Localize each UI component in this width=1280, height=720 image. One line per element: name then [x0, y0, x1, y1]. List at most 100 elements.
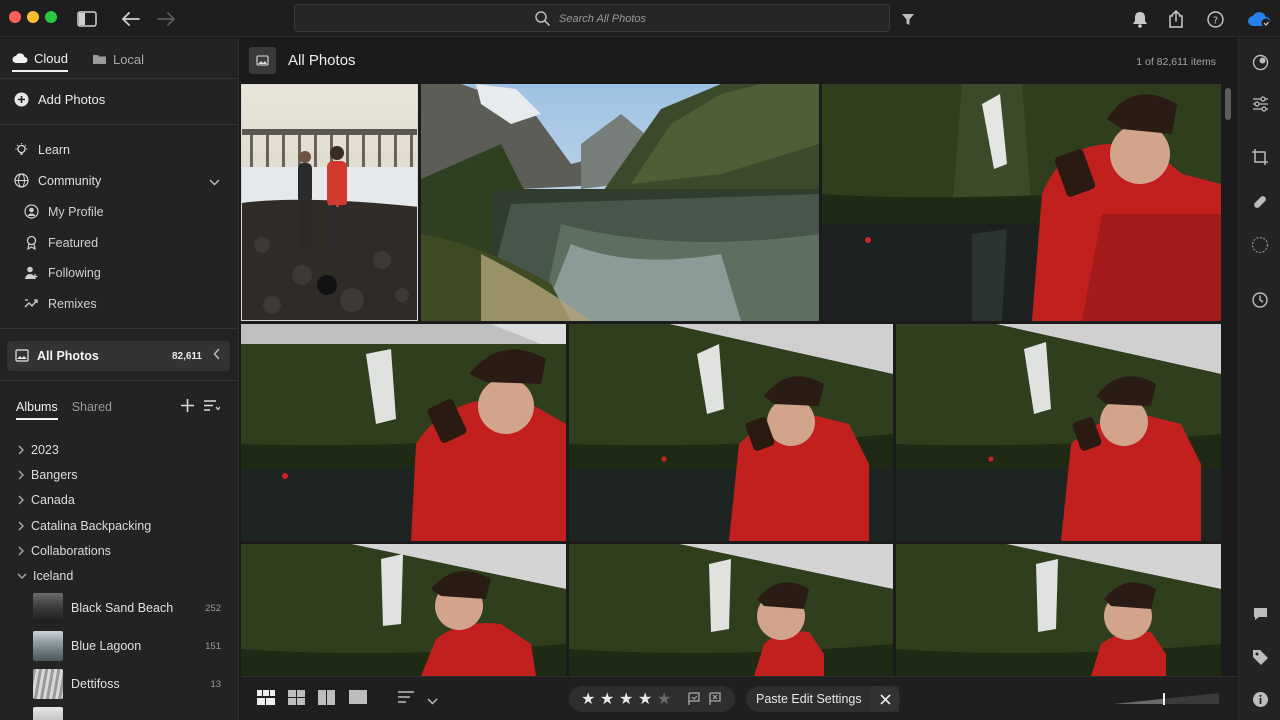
album-folder-label: Canada [31, 493, 75, 507]
nav-featured-label: Featured [48, 235, 99, 250]
album-count: 252 [205, 603, 221, 614]
close-window-button[interactable] [9, 11, 21, 23]
chevron-right-icon [18, 521, 24, 531]
album-folder-2023[interactable]: 2023 [17, 443, 59, 457]
all-photos-item[interactable]: All Photos 82,611 [7, 341, 230, 371]
tab-local-label: Local [112, 51, 145, 67]
close-icon[interactable] [871, 686, 900, 712]
photo-thumbnail[interactable] [569, 324, 893, 541]
album-folder-catalina-backpacking[interactable]: Catalina Backpacking [17, 519, 151, 533]
version-history-icon[interactable] [1250, 290, 1270, 310]
albums-tabs: Albums Shared [16, 400, 112, 420]
tab-cloud[interactable]: Cloud [12, 48, 68, 72]
notifications-bell-icon[interactable] [1129, 8, 1151, 30]
album-folder-label: Collaborations [31, 544, 111, 558]
share-icon[interactable] [1165, 8, 1187, 30]
forward-arrow-icon[interactable] [155, 8, 177, 30]
grid-view-large-icon[interactable] [257, 690, 275, 708]
sort-albums-icon[interactable] [203, 398, 221, 416]
chevron-left-icon[interactable] [213, 348, 221, 363]
photo-thumbnail[interactable] [896, 544, 1221, 676]
nav-my-profile[interactable]: My Profile [24, 204, 104, 219]
photo-thumbnail[interactable] [822, 84, 1221, 321]
vertical-scrollbar[interactable] [1225, 88, 1231, 120]
album-folder-canada[interactable]: Canada [17, 493, 75, 507]
compare-view-icon[interactable] [318, 690, 335, 708]
tab-cloud-label: Cloud [34, 50, 68, 66]
album-name: Dettifoss [71, 677, 120, 691]
album-partial[interactable] [33, 707, 228, 720]
photo-thumbnail[interactable] [241, 544, 566, 676]
back-arrow-icon[interactable] [120, 8, 142, 30]
photo-thumbnail[interactable] [241, 84, 418, 321]
tab-local[interactable]: Local [92, 48, 144, 70]
add-photos-button[interactable]: Add Photos [14, 92, 105, 107]
crop-icon[interactable] [1250, 147, 1270, 167]
masking-icon[interactable] [1250, 235, 1270, 255]
filter-icon[interactable] [897, 8, 919, 30]
star-3-icon[interactable]: ★ [619, 689, 633, 709]
nav-remixes[interactable]: Remixes [24, 296, 97, 311]
divider [0, 78, 238, 79]
add-album-icon[interactable] [180, 398, 195, 416]
tab-albums[interactable]: Albums [16, 400, 58, 420]
add-photos-label: Add Photos [38, 92, 106, 107]
chevron-down-icon[interactable] [209, 175, 220, 189]
profile-icon [24, 204, 39, 219]
maximize-window-button[interactable] [45, 11, 57, 23]
album-dettifoss[interactable]: Dettifoss 13 [33, 669, 228, 699]
nav-learn[interactable]: Learn [14, 142, 70, 157]
help-icon[interactable]: ? [1204, 8, 1226, 30]
toggle-sidebar-icon[interactable] [76, 8, 98, 30]
album-folder-bangers[interactable]: Bangers [17, 468, 78, 482]
detail-view-icon[interactable] [349, 690, 367, 707]
source-tabs: Cloud Local [12, 48, 144, 72]
search-input[interactable] [559, 10, 859, 28]
nav-community[interactable]: Community [14, 173, 101, 188]
nav-featured[interactable]: Featured [24, 235, 98, 250]
reject-flag-icon[interactable] [708, 692, 722, 709]
title-bar: ? [0, 0, 1280, 37]
album-black-sand-beach[interactable]: Black Sand Beach 252 [33, 593, 228, 623]
minimize-window-button[interactable] [27, 11, 39, 23]
folder-icon [92, 55, 106, 64]
album-folder-label: Iceland [33, 569, 74, 583]
album-thumbnail [33, 669, 63, 699]
globe-icon [14, 173, 29, 188]
tab-shared[interactable]: Shared [72, 400, 112, 420]
album-folder-label: Bangers [31, 468, 78, 482]
album-name: Black Sand Beach [71, 601, 174, 615]
star-1-icon[interactable]: ★ [581, 689, 595, 709]
edit-sliders-icon[interactable] [1250, 94, 1270, 114]
cloud-sync-icon[interactable] [1245, 8, 1273, 30]
star-rating[interactable]: ★ ★ ★ ★ ★ [569, 686, 735, 712]
thumbnail-size-slider[interactable] [1114, 693, 1219, 705]
photo-thumbnail[interactable] [421, 84, 819, 321]
pick-flag-icon[interactable] [687, 692, 701, 709]
star-4-icon[interactable]: ★ [638, 689, 652, 709]
search-box[interactable] [294, 4, 890, 32]
info-icon[interactable] [1250, 689, 1270, 709]
chevron-right-icon [18, 546, 24, 556]
star-5-icon[interactable]: ★ [657, 689, 671, 709]
album-folder-iceland[interactable]: Iceland [17, 569, 73, 583]
photo-thumbnail[interactable] [569, 544, 893, 676]
chevron-down-icon[interactable] [427, 694, 438, 708]
presets-icon[interactable] [1250, 52, 1270, 72]
album-count: 151 [205, 641, 221, 652]
album-folder-label: Catalina Backpacking [31, 519, 152, 533]
album-blue-lagoon[interactable]: Blue Lagoon 151 [33, 631, 228, 661]
photo-thumbnail[interactable] [896, 324, 1221, 541]
healing-bandage-icon[interactable] [1250, 192, 1270, 212]
remix-icon [24, 299, 38, 308]
grid-view-square-icon[interactable] [288, 690, 305, 708]
comments-icon[interactable] [1250, 604, 1270, 624]
photo-thumbnail[interactable] [241, 324, 566, 541]
sort-icon[interactable] [397, 690, 415, 707]
album-count: 13 [210, 679, 221, 690]
divider [0, 328, 238, 329]
nav-following[interactable]: Following [24, 265, 101, 280]
album-folder-collaborations[interactable]: Collaborations [17, 544, 111, 558]
star-2-icon[interactable]: ★ [600, 689, 614, 709]
keyword-tag-icon[interactable] [1250, 647, 1270, 667]
